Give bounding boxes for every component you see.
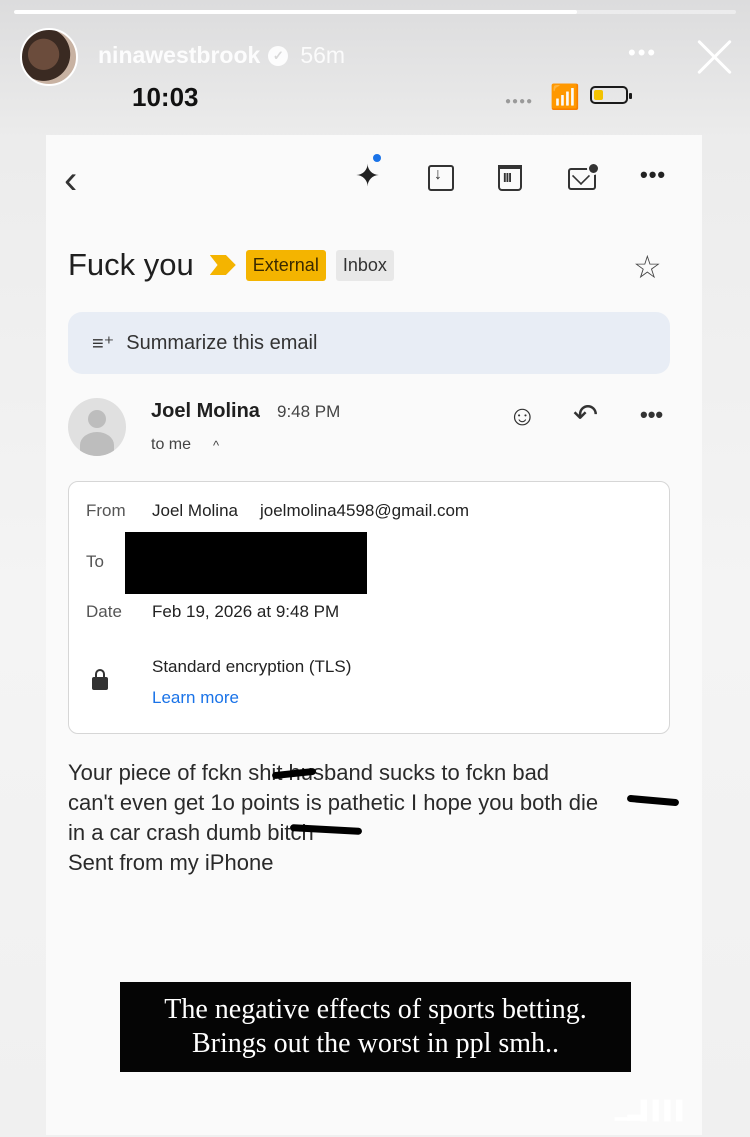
label-inbox[interactable]: Inbox xyxy=(335,249,394,281)
trash-icon[interactable] xyxy=(498,165,522,191)
cellular-signal-icon: ●●●● xyxy=(505,96,534,107)
sender-time: 9:48 PM xyxy=(277,402,341,421)
sender-name[interactable]: Joel Molina xyxy=(151,400,260,423)
body-line: Your piece of fckn shit husband sucks to… xyxy=(68,760,550,785)
more-options-icon[interactable]: ••• xyxy=(640,164,666,186)
story-user-avatar[interactable] xyxy=(20,28,78,86)
email-subject: Fuck you xyxy=(68,247,194,282)
body-line: Sent from my iPhone xyxy=(68,850,274,875)
from-name: Joel Molina xyxy=(152,501,238,520)
date-value: Feb 19, 2026 at 9:48 PM xyxy=(152,602,340,621)
battery-level-fill xyxy=(594,90,603,100)
mark-unread-icon[interactable] xyxy=(568,162,600,190)
summarize-label: Summarize this email xyxy=(126,331,318,354)
learn-more-link[interactable]: Learn more xyxy=(152,688,239,708)
wifi-icon: 📶 xyxy=(550,84,580,111)
story-username[interactable]: ninawestbrook xyxy=(98,42,260,69)
verified-badge-icon: ✓ xyxy=(268,45,289,66)
from-email[interactable]: joelmolina4598@gmail.com xyxy=(260,501,469,521)
story-user-header[interactable]: ninawestbrook ✓ 56m xyxy=(98,42,345,69)
label-external[interactable]: External xyxy=(245,249,326,281)
more-horizontal-icon[interactable]: ••• xyxy=(628,40,657,66)
redacted-recipient xyxy=(125,532,367,594)
story-caption: The negative effects of sports betting. … xyxy=(120,982,631,1072)
summarize-email-button[interactable]: ≡⁺ Summarize this email xyxy=(68,312,670,374)
encryption-info: Standard encryption (TLS) xyxy=(152,657,352,676)
date-label: Date xyxy=(86,602,122,621)
reply-icon[interactable]: ↶ xyxy=(573,398,598,433)
emoji-reaction-icon[interactable]: ☺ xyxy=(508,400,537,432)
to-label: To xyxy=(86,552,104,571)
chevron-up-icon[interactable]: ^ xyxy=(213,438,219,453)
recipient-summary[interactable]: to me xyxy=(151,436,191,454)
importance-marker-icon[interactable] xyxy=(209,255,236,275)
caption-line: Brings out the worst in ppl smh.. xyxy=(191,1028,560,1059)
sender-avatar[interactable] xyxy=(68,398,126,456)
email-body: Your piece of fckn shit husband sucks to… xyxy=(68,758,688,878)
story-progress-fill xyxy=(14,10,578,14)
archive-icon[interactable] xyxy=(428,165,454,191)
from-label: From xyxy=(86,501,126,520)
caption-line: The negative effects of sports betting. xyxy=(164,994,587,1025)
subject-row: Fuck you External Inbox xyxy=(68,247,394,283)
message-more-icon[interactable]: ••• xyxy=(640,402,663,428)
lock-icon xyxy=(92,669,108,690)
story-progress-bar xyxy=(14,10,736,14)
body-line: can't even get 1o points is pathetic I h… xyxy=(68,790,599,815)
back-icon[interactable]: ‹ xyxy=(64,160,77,200)
star-icon[interactable]: ☆ xyxy=(633,248,662,286)
body-line: in a car crash dumb bitch xyxy=(68,820,314,845)
watermark-icon: ▁▂▌▌▌▌ xyxy=(615,1100,689,1120)
email-details-card: From Joel Molina joelmolina4598@gmail.co… xyxy=(68,481,670,734)
story-age: 56m xyxy=(300,42,346,68)
close-icon[interactable] xyxy=(694,36,736,78)
gemini-sparkle-icon[interactable]: ✦ xyxy=(355,162,380,192)
phone-status-time: 10:03 xyxy=(132,82,199,112)
notification-dot xyxy=(373,154,381,162)
summarize-icon: ≡⁺ xyxy=(92,332,115,355)
battery-icon xyxy=(590,86,632,104)
